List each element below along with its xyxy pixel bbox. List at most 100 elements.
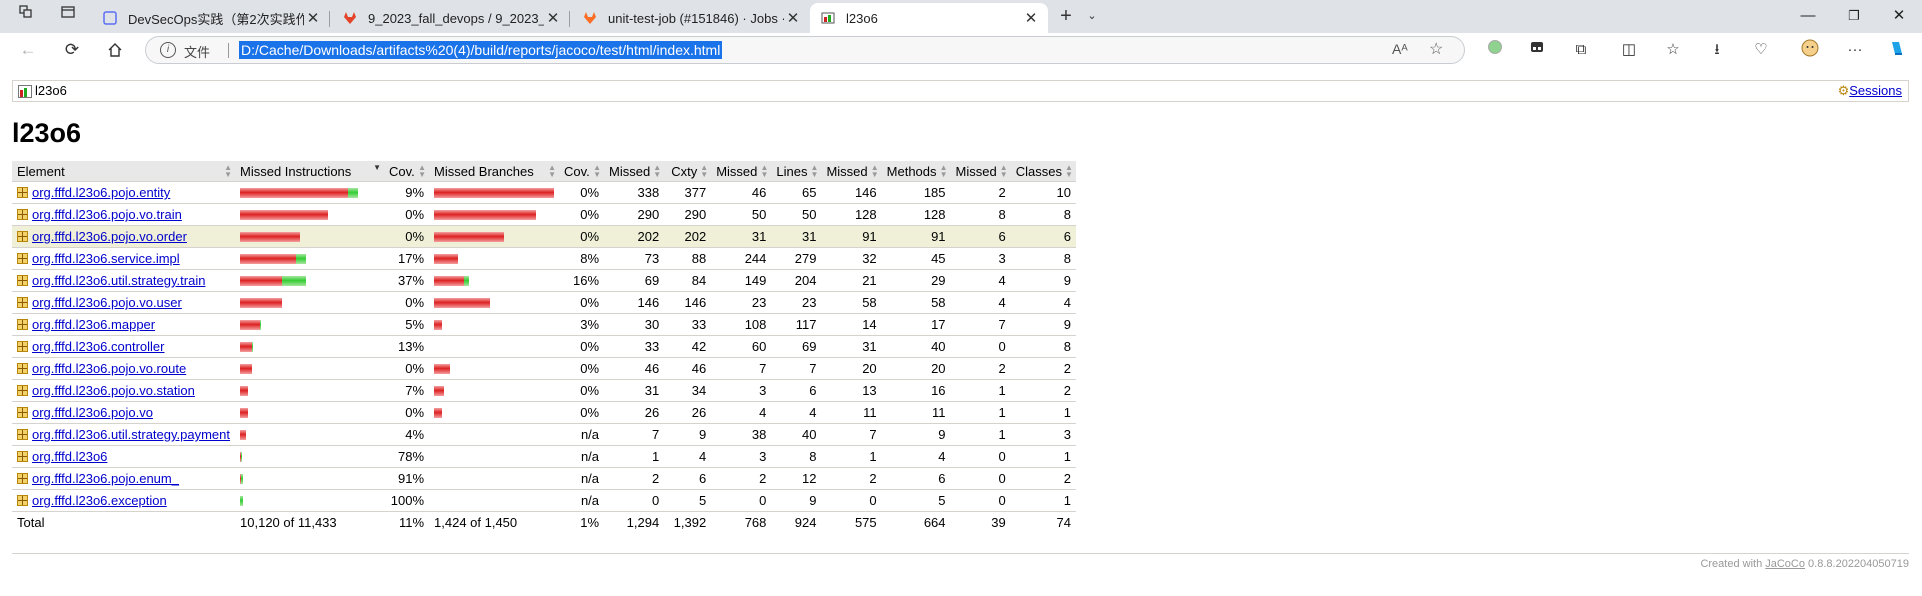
missed-bar-segment (240, 297, 283, 308)
instruction-bar (240, 451, 379, 462)
profile-avatar-icon[interactable] (1798, 39, 1822, 61)
methods: 4 (881, 445, 951, 468)
close-tab-icon[interactable]: ✕ (304, 9, 322, 27)
minimize-icon[interactable]: — (1785, 0, 1831, 33)
cxty: 34 (664, 379, 712, 402)
browser-tab-2[interactable]: 9_2023_fall_devops / 9_2023_fall ✕ (332, 3, 570, 33)
missed-classes: 0 (950, 335, 1011, 358)
package-link[interactable]: org.fffd.l23o6.util.strategy.payment (32, 427, 230, 442)
branch-bar (434, 253, 554, 264)
extensions-puzzle-icon[interactable]: ⧉ (1569, 39, 1593, 61)
package-link[interactable]: org.fffd.l23o6.pojo.vo.train (32, 207, 182, 222)
col-lines[interactable]: Lines ▲ ▼ (771, 161, 822, 182)
package-link[interactable]: org.fffd.l23o6.util.strategy.train (32, 273, 205, 288)
back-icon[interactable]: ← (14, 37, 42, 63)
table-row: org.fffd.l23o6.pojo.entity 9% 0% 338 377 46 65… (12, 181, 1076, 204)
missed-bar-segment (434, 209, 537, 220)
lines: 50 (771, 203, 822, 226)
workspaces-icon[interactable] (12, 4, 40, 28)
col-missed-methods[interactable]: Missed ▲ ▼ (821, 161, 882, 182)
instr-cov: 4% (384, 423, 430, 446)
browser-essentials-icon[interactable]: ♡ (1749, 39, 1773, 61)
package-link[interactable]: org.fffd.l23o6.pojo.enum_ (32, 471, 179, 486)
breadcrumb: l23o6 ⚙Sessions (12, 80, 1909, 102)
package-link[interactable]: org.fffd.l23o6.mapper (32, 317, 155, 332)
package-link[interactable]: org.fffd.l23o6 (32, 449, 107, 464)
tab-list-chevron-icon[interactable]: ⌄ (1078, 4, 1106, 28)
instr-cov: 100% (384, 489, 430, 512)
package-link[interactable]: org.fffd.l23o6.pojo.vo.route (32, 361, 186, 376)
browser-tab-active[interactable]: l23o6 ✕ (810, 3, 1048, 33)
missed-classes: 3 (950, 247, 1011, 270)
refresh-icon[interactable]: ⟳ (58, 37, 86, 63)
favorites-icon[interactable]: ☆ (1661, 39, 1685, 61)
extension-circle-icon[interactable] (1483, 39, 1507, 61)
missed-methods: 146 (821, 181, 882, 204)
missed-methods: 128 (821, 203, 882, 226)
branch-cov: 0% (559, 181, 605, 204)
branch-bar-cell (429, 247, 560, 270)
cxty: 5 (664, 489, 712, 512)
col-missed-branches[interactable]: Missed Branches ▲ ▼ (429, 161, 560, 182)
browser-tab-3[interactable]: unit-test-job (#151846) · Jobs · 9 ✕ (572, 3, 810, 33)
branch-bar-cell (429, 357, 560, 380)
col-branch-cov[interactable]: Cov. ▲ ▼ (559, 161, 605, 182)
col-classes[interactable]: Classes ▲ ▼ (1010, 161, 1076, 182)
classes: 10 (1010, 181, 1076, 204)
favorite-star-icon[interactable]: ☆ (1429, 39, 1443, 59)
col-missed-classes[interactable]: Missed ▲ ▼ (950, 161, 1011, 182)
package-link[interactable]: org.fffd.l23o6.pojo.vo (32, 405, 153, 420)
close-window-icon[interactable]: ✕ (1876, 0, 1922, 33)
col-cxty[interactable]: Cxty ▲ ▼ (664, 161, 712, 182)
split-screen-icon[interactable]: ◫ (1617, 39, 1641, 61)
methods: 6 (881, 467, 951, 490)
instr-bar-cell (235, 357, 385, 380)
package-link[interactable]: org.fffd.l23o6.pojo.vo.station (32, 383, 195, 398)
more-menu-icon[interactable]: ··· (1843, 39, 1867, 61)
new-tab-icon[interactable]: + (1052, 4, 1080, 28)
branch-bar (434, 209, 554, 220)
close-tab-icon[interactable]: ✕ (1022, 9, 1040, 27)
covered-bar-segment (252, 341, 254, 352)
restore-icon[interactable]: ❐ (1831, 0, 1877, 33)
cxty: 33 (664, 313, 712, 336)
sessions-link[interactable]: ⚙Sessions (1838, 81, 1902, 101)
branch-bar (434, 319, 554, 330)
extension-mask-icon[interactable] (1525, 39, 1549, 61)
covered-bar-segment (241, 451, 243, 462)
missed-lines: 149 (711, 269, 772, 292)
col-missed-lines[interactable]: Missed ▲ ▼ (711, 161, 772, 182)
methods: 40 (881, 335, 951, 358)
browser-tab-1[interactable]: DevSecOps实践（第2次实践作业 ✕ (92, 3, 330, 33)
branch-bar (434, 297, 554, 308)
package-link[interactable]: org.fffd.l23o6.controller (32, 339, 165, 354)
col-element[interactable]: Element ▲ ▼ (12, 161, 236, 182)
downloads-icon[interactable]: ⭳ (1705, 39, 1729, 61)
sessions-link-label[interactable]: Sessions (1849, 83, 1902, 98)
tab-actions-icon[interactable] (54, 4, 82, 28)
col-methods[interactable]: Methods ▲ ▼ (881, 161, 951, 182)
instr-bar-cell (235, 225, 385, 248)
col-missed-cxty[interactable]: Missed ▲ ▼ (604, 161, 665, 182)
read-aloud-icon[interactable]: Aᴬ (1392, 41, 1408, 57)
missed-bar-segment (434, 297, 491, 308)
col-instr-cov[interactable]: Cov. ▲ ▼ (384, 161, 430, 182)
instr-cov: 0% (384, 357, 430, 380)
package-link[interactable]: org.fffd.l23o6.pojo.vo.order (32, 229, 187, 244)
jacoco-link[interactable]: JaCoCo (1765, 558, 1805, 570)
total-branch: 1,424 of 1,450 (429, 511, 560, 533)
close-tab-icon[interactable]: ✕ (784, 9, 802, 27)
address-bar[interactable]: i 文件 D:/Cache/Downloads/artifacts%20(4)/… (145, 36, 1465, 64)
col-missed-instructions[interactable]: Missed Instructions ▼ (235, 161, 385, 182)
package-link[interactable]: org.fffd.l23o6.pojo.vo.user (32, 295, 182, 310)
info-icon[interactable]: i (160, 42, 176, 58)
package-link[interactable]: org.fffd.l23o6.exception (32, 493, 167, 508)
package-link[interactable]: org.fffd.l23o6.pojo.entity (32, 185, 170, 200)
lines: 69 (771, 335, 822, 358)
copilot-icon[interactable] (1885, 39, 1909, 61)
package-link[interactable]: org.fffd.l23o6.service.impl (32, 251, 180, 266)
url-text[interactable]: D:/Cache/Downloads/artifacts%20(4)/build… (239, 41, 723, 59)
package-icon (17, 341, 28, 352)
home-icon[interactable] (101, 37, 129, 63)
close-tab-icon[interactable]: ✕ (544, 9, 562, 27)
